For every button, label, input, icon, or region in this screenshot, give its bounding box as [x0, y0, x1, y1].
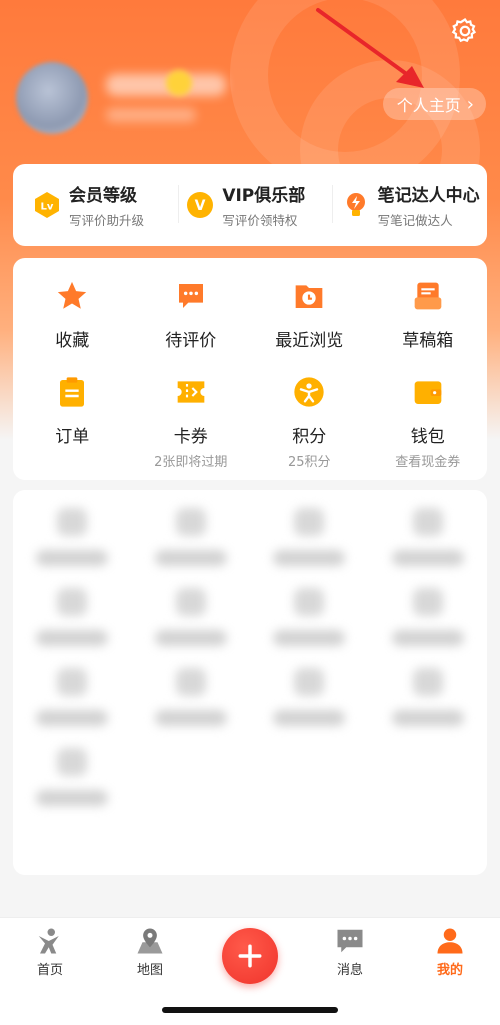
note-expert-subtitle: 写笔记做达人 [377, 213, 453, 228]
vip-club-title: VIP俱乐部 [222, 186, 306, 206]
blurred-service-item[interactable] [13, 748, 132, 806]
coupons-label: 卡券 [173, 427, 208, 447]
vip-badge-icon: V [187, 192, 214, 218]
profile-icon [435, 926, 465, 956]
favorites-label: 收藏 [55, 331, 90, 351]
note-expert-title: 笔记达人中心 [377, 186, 480, 206]
recent-browse-label: 最近浏览 [275, 331, 344, 351]
recent-browse-entry[interactable]: 最近浏览 [250, 278, 369, 374]
pending-review-entry[interactable]: 待评价 [132, 278, 251, 374]
svg-text:Lv: Lv [41, 202, 54, 213]
avatar[interactable] [16, 62, 88, 134]
member-card: Lv 会员等级 写评价助升级 V VIP俱乐部 写评价领特权 笔记达人中心 写笔… [13, 164, 487, 246]
level-badge-icon: Lv [35, 192, 59, 218]
blurred-service-item[interactable] [369, 668, 488, 726]
orders-entry[interactable]: 订单 [13, 374, 132, 470]
quick-entry-card: 收藏 待评价 最近浏览 草稿箱 订单 卡券 2张即将过期 积分 25积分 钱包 … [13, 258, 487, 480]
tab-mine[interactable]: 我的 [410, 926, 490, 978]
favorites-entry[interactable]: 收藏 [13, 278, 132, 374]
comment-icon [173, 278, 209, 314]
tab-messages[interactable]: 消息 [310, 926, 390, 978]
note-expert-entry[interactable]: 笔记达人中心 写笔记做达人 [331, 181, 487, 229]
wallet-label: 钱包 [410, 427, 445, 447]
vip-club-subtitle: 写评价领特权 [222, 213, 298, 228]
home-icon [35, 926, 65, 956]
svg-text:V: V [195, 198, 206, 214]
blurred-service-item[interactable] [132, 508, 251, 566]
vip-club-entry[interactable]: V VIP俱乐部 写评价领特权 [178, 181, 331, 229]
tab-mine-label: 我的 [436, 963, 463, 978]
orders-label: 订单 [55, 427, 90, 447]
user-info[interactable] [16, 62, 226, 134]
pending-review-label: 待评价 [165, 331, 217, 351]
blurred-service-item[interactable] [369, 588, 488, 646]
blurred-service-item[interactable] [132, 668, 251, 726]
draft-icon [410, 278, 446, 314]
username-blurred [106, 70, 226, 122]
annotation-arrow-icon [316, 8, 424, 88]
tab-map-label: 地图 [136, 963, 163, 978]
member-level-entry[interactable]: Lv 会员等级 写评价助升级 [13, 181, 178, 229]
member-level-title: 会员等级 [69, 186, 137, 206]
services-card-blurred [13, 490, 487, 875]
note-expert-icon [346, 193, 365, 216]
message-icon [335, 926, 365, 956]
star-icon [54, 278, 90, 314]
points-value: 25积分 [287, 455, 331, 470]
blurred-service-item[interactable] [369, 508, 488, 566]
coupons-expiry-note: 2张即将过期 [154, 455, 228, 470]
drafts-label: 草稿箱 [402, 331, 454, 351]
points-icon [291, 374, 327, 410]
tab-home[interactable]: 首页 [10, 926, 90, 978]
tab-map[interactable]: 地图 [110, 926, 190, 978]
blurred-service-item[interactable] [13, 508, 132, 566]
chevron-right-icon: › [466, 93, 474, 115]
points-label: 积分 [292, 427, 327, 447]
wallet-entry[interactable]: 钱包 查看现金券 [369, 374, 488, 470]
history-icon [291, 278, 327, 314]
member-level-subtitle: 写评价助升级 [69, 213, 145, 228]
points-entry[interactable]: 积分 25积分 [250, 374, 369, 470]
blurred-service-item[interactable] [13, 588, 132, 646]
tab-messages-label: 消息 [336, 963, 363, 978]
wallet-cash-coupon-note: 查看现金券 [395, 455, 461, 470]
home-indicator [162, 1007, 338, 1013]
tab-home-label: 首页 [36, 963, 63, 978]
drafts-entry[interactable]: 草稿箱 [369, 278, 488, 374]
publish-plus-button[interactable] [222, 928, 278, 984]
plus-icon [238, 944, 262, 968]
gear-icon [451, 17, 477, 43]
coupons-entry[interactable]: 卡券 2张即将过期 [132, 374, 251, 470]
settings-button[interactable] [448, 14, 482, 48]
blurred-service-item[interactable] [250, 588, 369, 646]
blurred-service-item[interactable] [132, 588, 251, 646]
coupon-icon [173, 374, 209, 410]
blurred-service-item[interactable] [250, 508, 369, 566]
order-icon [54, 374, 90, 410]
map-icon [135, 926, 165, 956]
blurred-service-item[interactable] [250, 668, 369, 726]
wallet-icon [410, 374, 446, 410]
blurred-service-item[interactable] [13, 668, 132, 726]
